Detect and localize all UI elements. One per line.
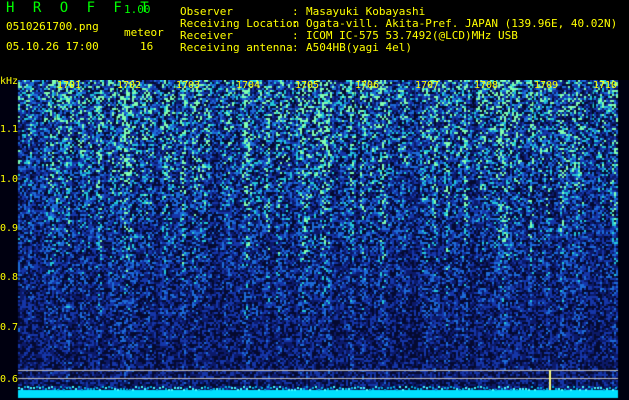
y-tick-label: 1.1 (0, 124, 19, 135)
x-tick-label: 1709 (534, 80, 559, 91)
x-tick-label: 1702 (117, 80, 142, 91)
y-tick-label: 0.7 (0, 322, 19, 333)
x-tick-label: 1704 (236, 80, 261, 91)
x-tick-label: 1701 (57, 80, 82, 91)
antenna-value: A504HB(yagi 4el) (306, 41, 412, 54)
antenna-sep: : (292, 41, 299, 54)
y-tick-label: 1.0 (0, 174, 19, 185)
antenna-label: Receiving antenna (180, 41, 293, 54)
x-tick-label: 1707 (415, 80, 440, 91)
y-tick-label: 0.6 (0, 374, 19, 385)
y-tick-label: 0.8 (0, 272, 19, 283)
spectrogram-canvas (0, 80, 629, 400)
y-tick-label: 0.9 (0, 223, 19, 234)
meteor-label: meteor (124, 26, 164, 39)
header-panel: H R O F F T 1.00 0510261700.png meteor 0… (0, 0, 629, 80)
app-version: 1.00 (124, 3, 151, 16)
file-name: 0510261700.png (6, 20, 99, 33)
file-datetime: 05.10.26 17:00 (6, 40, 99, 53)
x-tick-label: 1705 (295, 80, 320, 91)
x-tick-label: 1706 (355, 80, 380, 91)
x-tick-label: 1703 (176, 80, 201, 91)
x-tick-label: 1710 (593, 80, 618, 91)
y-unit-label: kHz (0, 76, 19, 87)
x-tick-label: 1708 (474, 80, 499, 91)
meteor-count: 16 (140, 40, 154, 53)
